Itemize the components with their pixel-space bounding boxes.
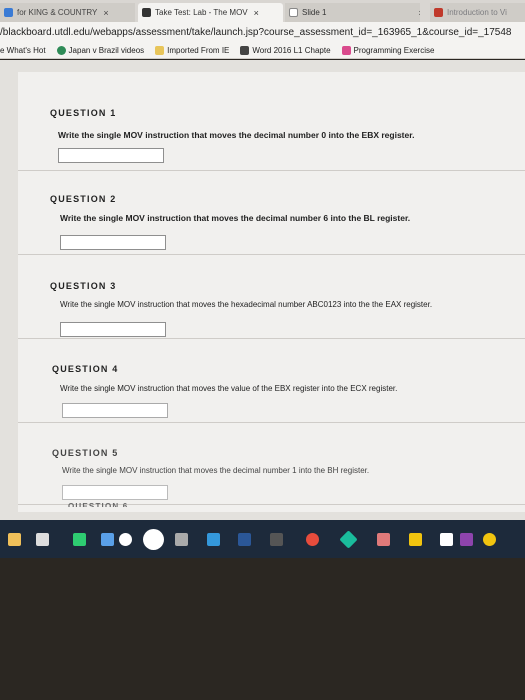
answer-input[interactable] — [60, 235, 166, 250]
question-text: Write the single MOV instruction that mo… — [60, 300, 433, 309]
bookmark-label: e What's Hot — [0, 45, 46, 55]
close-tab-icon[interactable]: × — [418, 8, 420, 18]
hp-icon[interactable] — [143, 529, 164, 550]
bookmark-label: Japan v Brazil videos — [68, 45, 145, 55]
answer-input[interactable] — [62, 485, 168, 500]
tab-label: Take Test: Lab - The MOV — [155, 8, 248, 17]
taskbar — [0, 520, 525, 558]
question-4: QUESTION 4 Write the single MOV instruct… — [18, 338, 525, 422]
app-icon[interactable] — [339, 530, 358, 549]
questions-panel: QUESTION 1 Write the single MOV instruct… — [18, 72, 525, 512]
store-icon[interactable] — [36, 533, 49, 546]
question-text: Write the single MOV instruction that mo… — [60, 384, 398, 393]
app-icon[interactable] — [73, 533, 86, 546]
bookmark-programming-exercise[interactable]: Programming Exercise — [341, 45, 435, 55]
tab-label: Introduction to Vi — [447, 8, 507, 17]
b-logo-icon — [341, 45, 351, 55]
bookmark-word-2016[interactable]: Word 2016 L1 Chapte — [240, 45, 331, 55]
answer-input[interactable] — [62, 403, 168, 418]
app-icon[interactable] — [207, 533, 220, 546]
question-text: Write the single MOV instruction that mo… — [60, 213, 411, 223]
question-number: QUESTION 6 — [68, 502, 129, 507]
chrome-icon[interactable] — [306, 533, 319, 546]
app-icon[interactable] — [175, 533, 188, 546]
question-number: QUESTION 5 — [52, 448, 119, 458]
question-number: QUESTION 2 — [50, 194, 117, 204]
question-1: QUESTION 1 Write the single MOV instruct… — [18, 86, 525, 170]
question-5: QUESTION 5 Write the single MOV instruct… — [18, 422, 525, 504]
address-bar[interactable]: /blackboard.utdl.edu/webapps/assessment/… — [0, 22, 525, 42]
app-icon[interactable] — [460, 533, 473, 546]
bookmark-label: Imported From IE — [167, 45, 230, 55]
question-text: Write the single MOV instruction that mo… — [62, 466, 370, 475]
tab-slide-1[interactable]: Slide 1 × — [285, 3, 420, 22]
url-text: /blackboard.utdl.edu/webapps/assessment/… — [0, 26, 512, 38]
question-number: QUESTION 4 — [52, 364, 119, 374]
bookmark-whats-hot[interactable]: e What's Hot — [0, 46, 46, 55]
question-text: Write the single MOV instruction that mo… — [58, 130, 415, 140]
globe-icon — [56, 45, 66, 55]
app-icon[interactable] — [409, 533, 422, 546]
tab-take-test[interactable]: Take Test: Lab - The MOV × — [138, 3, 283, 22]
page-content: QUESTION 1 Write the single MOV instruct… — [0, 60, 525, 520]
tab-favicon-icon — [142, 8, 151, 17]
browser-tab-bar: for KING & COUNTRY × Take Test: Lab - Th… — [0, 0, 525, 22]
app-icon[interactable] — [377, 533, 390, 546]
document-icon — [289, 8, 298, 17]
tab-favicon-icon — [4, 8, 13, 17]
bookmarks-bar: e What's Hot Japan v Brazil videos Impor… — [0, 42, 525, 59]
s-logo-icon — [240, 45, 250, 55]
app-icon[interactable] — [101, 533, 114, 546]
close-tab-icon[interactable]: × — [254, 8, 259, 18]
app-icon[interactable] — [440, 533, 453, 546]
question-2: QUESTION 2 Write the single MOV instruct… — [18, 170, 525, 254]
question-number: QUESTION 3 — [50, 281, 117, 291]
bookmark-imported-from-ie[interactable]: Imported From IE — [155, 45, 230, 55]
folder-icon — [155, 45, 165, 55]
bookmark-label: Word 2016 L1 Chapte — [252, 45, 331, 55]
tab-label: for KING & COUNTRY — [17, 8, 98, 17]
bookmark-japan-brazil[interactable]: Japan v Brazil videos — [56, 45, 145, 55]
answer-input[interactable] — [60, 322, 166, 337]
app-icon[interactable] — [483, 533, 496, 546]
tab-for-king-and-country[interactable]: for KING & COUNTRY × — [0, 3, 135, 22]
close-tab-icon[interactable]: × — [103, 8, 108, 18]
app-icon[interactable] — [119, 533, 132, 546]
question-6-partial: QUESTION 6 — [18, 502, 525, 512]
question-number: QUESTION 1 — [50, 108, 117, 118]
question-3: QUESTION 3 Write the single MOV instruct… — [18, 254, 525, 338]
tab-label: Slide 1 — [302, 8, 327, 17]
app-icon[interactable] — [270, 533, 283, 546]
answer-input[interactable] — [58, 148, 164, 163]
desk-surface — [0, 558, 525, 700]
file-explorer-icon[interactable] — [8, 533, 21, 546]
bookmark-label: Programming Exercise — [353, 45, 435, 55]
tab-introduction[interactable]: Introduction to Vi — [430, 3, 525, 22]
word-icon[interactable] — [238, 533, 251, 546]
tab-favicon-icon — [434, 8, 443, 17]
